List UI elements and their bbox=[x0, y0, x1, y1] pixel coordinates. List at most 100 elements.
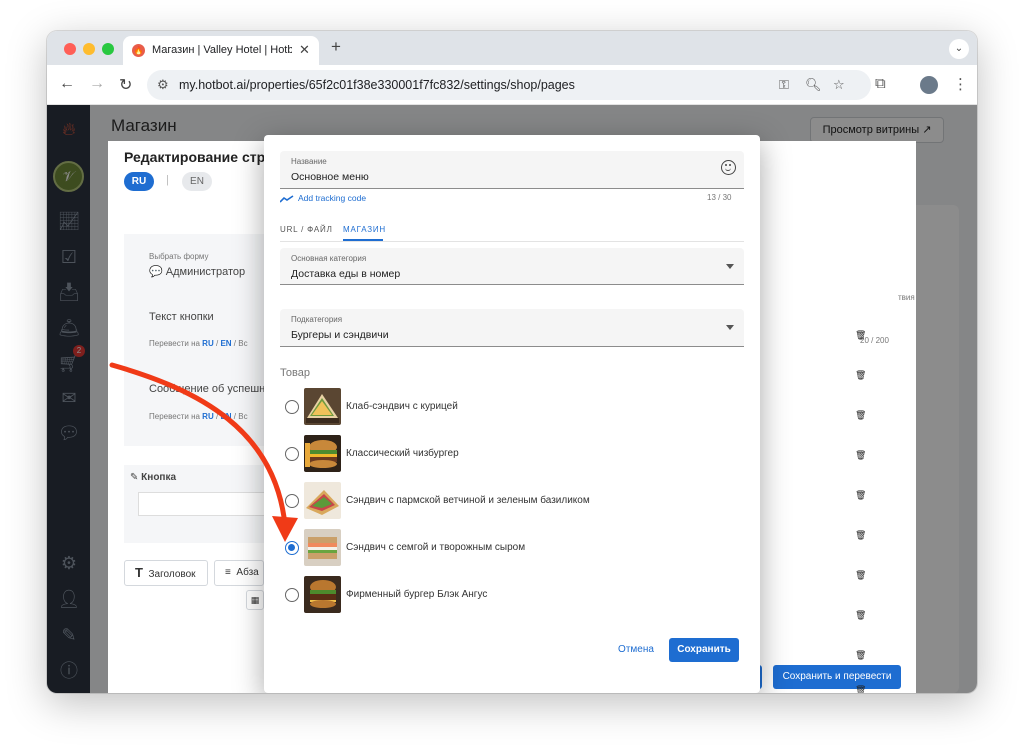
product-name: Фирменный бургер Блэк Ангус bbox=[346, 589, 488, 600]
success-message-field[interactable]: Сообщение об успешной bbox=[149, 383, 278, 395]
main-category-select[interactable]: Основная категория Доставка еды в номер bbox=[280, 248, 744, 285]
new-tab-button[interactable]: + bbox=[331, 37, 341, 57]
trash-icon[interactable]: 🗑︎ bbox=[855, 330, 866, 341]
form-settings-box: Выбрать форму 💬 Администратор Текст кноп… bbox=[124, 234, 278, 446]
tab-strip: 🔥 Магазин | Valley Hotel | Hotbot ✕ + ⌄ bbox=[47, 31, 977, 65]
translate-en-link[interactable]: EN bbox=[220, 412, 231, 421]
product-thumbnail bbox=[304, 388, 341, 425]
active-tab-indicator bbox=[343, 239, 383, 241]
product-section-label: Товар bbox=[280, 367, 310, 379]
extensions-puzzle-icon[interactable]: ⧉ bbox=[875, 75, 886, 92]
trash-icon[interactable]: 🗑︎ bbox=[855, 685, 866, 693]
product-radio[interactable] bbox=[285, 400, 299, 414]
choose-form-label: Выбрать форму bbox=[149, 252, 209, 261]
lang-ru-tab[interactable]: RU bbox=[124, 172, 154, 191]
editor-title: Редактирование стра bbox=[124, 149, 273, 165]
browser-window: 🔥 Магазин | Valley Hotel | Hotbot ✕ + ⌄ … bbox=[47, 31, 977, 693]
link-type-tabs: URL / ФАЙЛ МАГАЗИН bbox=[280, 220, 744, 242]
button-text-field[interactable]: Текст кнопки bbox=[149, 311, 214, 323]
tab-close-icon[interactable]: ✕ bbox=[299, 42, 310, 58]
heading-tool-button[interactable]: T Заголовок bbox=[124, 560, 208, 586]
subcategory-label: Подкатегория bbox=[291, 315, 343, 324]
product-name: Сэндвич с пармской ветчиной и зеленым ба… bbox=[346, 495, 590, 506]
trash-icon[interactable]: 🗑︎ bbox=[855, 650, 866, 661]
app-area: 🔥︎ 𝒱 📈︎ ☑ 📥︎ 🛎︎ 🛒︎ 2 ✉ 💬︎ ⚙ 👤︎ ✎ ⓘ Магаз… bbox=[47, 105, 977, 693]
trash-icon[interactable]: 🗑︎ bbox=[855, 490, 866, 501]
product-name: Сэндвич с семгой и творожным сыром bbox=[346, 542, 526, 553]
trash-icon[interactable]: 🗑︎ bbox=[855, 410, 866, 421]
dropdown-arrow-icon[interactable] bbox=[726, 264, 734, 269]
browser-toolbar: ← → ↻ ⚙ my.hotbot.ai/properties/65f2c01f… bbox=[47, 65, 977, 105]
profile-avatar[interactable] bbox=[920, 76, 938, 94]
lang-en-tab[interactable]: EN bbox=[182, 172, 212, 191]
name-char-counter: 13 / 30 bbox=[707, 193, 732, 202]
product-thumbnail bbox=[304, 482, 341, 519]
emoji-picker-icon[interactable] bbox=[721, 160, 736, 175]
trash-icon[interactable]: 🗑︎ bbox=[855, 610, 866, 621]
product-radio-selected[interactable] bbox=[285, 541, 299, 555]
tab-shop[interactable]: МАГАЗИН bbox=[343, 225, 386, 234]
calendar-icon[interactable]: ▦ bbox=[246, 590, 264, 610]
trash-icon[interactable]: 🗑︎ bbox=[855, 570, 866, 581]
trash-icon[interactable]: 🗑︎ bbox=[855, 370, 866, 381]
reload-icon[interactable]: ↻ bbox=[119, 75, 132, 95]
minimize-window-button[interactable] bbox=[83, 43, 95, 55]
add-tracking-code-link[interactable]: Add tracking code bbox=[280, 193, 366, 203]
button-section-title: ✎ Кнопка bbox=[130, 472, 177, 483]
translate-ru-link[interactable]: RU bbox=[202, 412, 214, 421]
paragraph-tool-button[interactable]: ≡ Абза bbox=[214, 560, 264, 586]
hotbot-favicon-icon: 🔥 bbox=[132, 44, 145, 57]
name-field[interactable]: Название Основное меню bbox=[280, 151, 744, 189]
zoom-window-button[interactable] bbox=[102, 43, 114, 55]
browser-tab[interactable]: 🔥 Магазин | Valley Hotel | Hotbot ✕ bbox=[123, 36, 319, 65]
product-option[interactable]: Сэндвич с пармской ветчиной и зеленым ба… bbox=[280, 481, 720, 521]
dropdown-arrow-icon[interactable] bbox=[726, 325, 734, 330]
address-bar[interactable]: ⚙ my.hotbot.ai/properties/65f2c01f38e330… bbox=[147, 70, 871, 100]
translate-row: Перевести на RU / EN / Вс bbox=[149, 339, 248, 348]
product-name: Клаб-сэндвич с курицей bbox=[346, 401, 458, 412]
translate-row-2: Перевести на RU / EN / Вс bbox=[149, 412, 248, 421]
product-radio[interactable] bbox=[285, 447, 299, 461]
password-key-icon[interactable]: ⚿ bbox=[779, 77, 789, 93]
bookmark-star-icon[interactable]: ☆ bbox=[833, 77, 845, 93]
subcategory-value: Бургеры и сэндвичи bbox=[291, 329, 389, 341]
lang-separator: | bbox=[166, 174, 169, 186]
close-window-button[interactable] bbox=[64, 43, 76, 55]
cancel-button[interactable]: Отмена bbox=[612, 638, 660, 662]
tab-url-file[interactable]: URL / ФАЙЛ bbox=[280, 225, 333, 234]
forward-arrow-icon[interactable]: → bbox=[89, 75, 105, 93]
tab-title: Магазин | Valley Hotel | Hotbot bbox=[152, 44, 292, 56]
site-settings-icon[interactable]: ⚙ bbox=[157, 77, 169, 93]
subcategory-select[interactable]: Подкатегория Бургеры и сэндвичи bbox=[280, 309, 744, 347]
visibility-column-header: твия bbox=[898, 293, 915, 302]
product-thumbnail bbox=[304, 435, 341, 472]
url-text[interactable]: my.hotbot.ai/properties/65f2c01f38e33000… bbox=[179, 78, 575, 92]
product-option[interactable]: Клаб-сэндвич с курицей bbox=[280, 387, 720, 427]
product-radio[interactable] bbox=[285, 494, 299, 508]
product-name: Классический чизбургер bbox=[346, 448, 459, 459]
product-option[interactable]: Классический чизбургер bbox=[280, 434, 720, 474]
translate-en-link[interactable]: EN bbox=[220, 339, 231, 348]
product-radio[interactable] bbox=[285, 588, 299, 602]
button-section: ✎ Кнопка bbox=[124, 465, 274, 543]
product-option[interactable]: Фирменный бургер Блэк Ангус bbox=[280, 575, 720, 615]
trash-icon[interactable]: 🗑︎ bbox=[855, 450, 866, 461]
link-settings-modal: Название Основное меню Add tracking code… bbox=[264, 135, 760, 693]
name-field-label: Название bbox=[291, 157, 327, 166]
back-arrow-icon[interactable]: ← bbox=[59, 75, 75, 93]
product-thumbnail bbox=[304, 576, 341, 613]
translate-ru-link[interactable]: RU bbox=[202, 339, 214, 348]
trash-icon[interactable]: 🗑︎ bbox=[855, 530, 866, 541]
button-input[interactable] bbox=[138, 492, 274, 516]
main-category-value: Доставка еды в номер bbox=[291, 268, 401, 280]
tab-search-icon[interactable]: ⌄ bbox=[949, 39, 969, 59]
save-and-translate-button[interactable]: Сохранить и перевести bbox=[773, 665, 901, 689]
browser-menu-icon[interactable]: ⋮ bbox=[953, 75, 968, 93]
trending-line-icon bbox=[280, 195, 294, 203]
product-option[interactable]: Сэндвич с семгой и творожным сыром bbox=[280, 528, 720, 568]
choose-form-select[interactable]: 💬 Администратор bbox=[149, 265, 245, 278]
name-field-value[interactable]: Основное меню bbox=[291, 171, 369, 183]
save-button[interactable]: Сохранить bbox=[669, 638, 739, 662]
zoom-icon[interactable]: 🔍︎ bbox=[805, 77, 822, 93]
product-thumbnail bbox=[304, 529, 341, 566]
